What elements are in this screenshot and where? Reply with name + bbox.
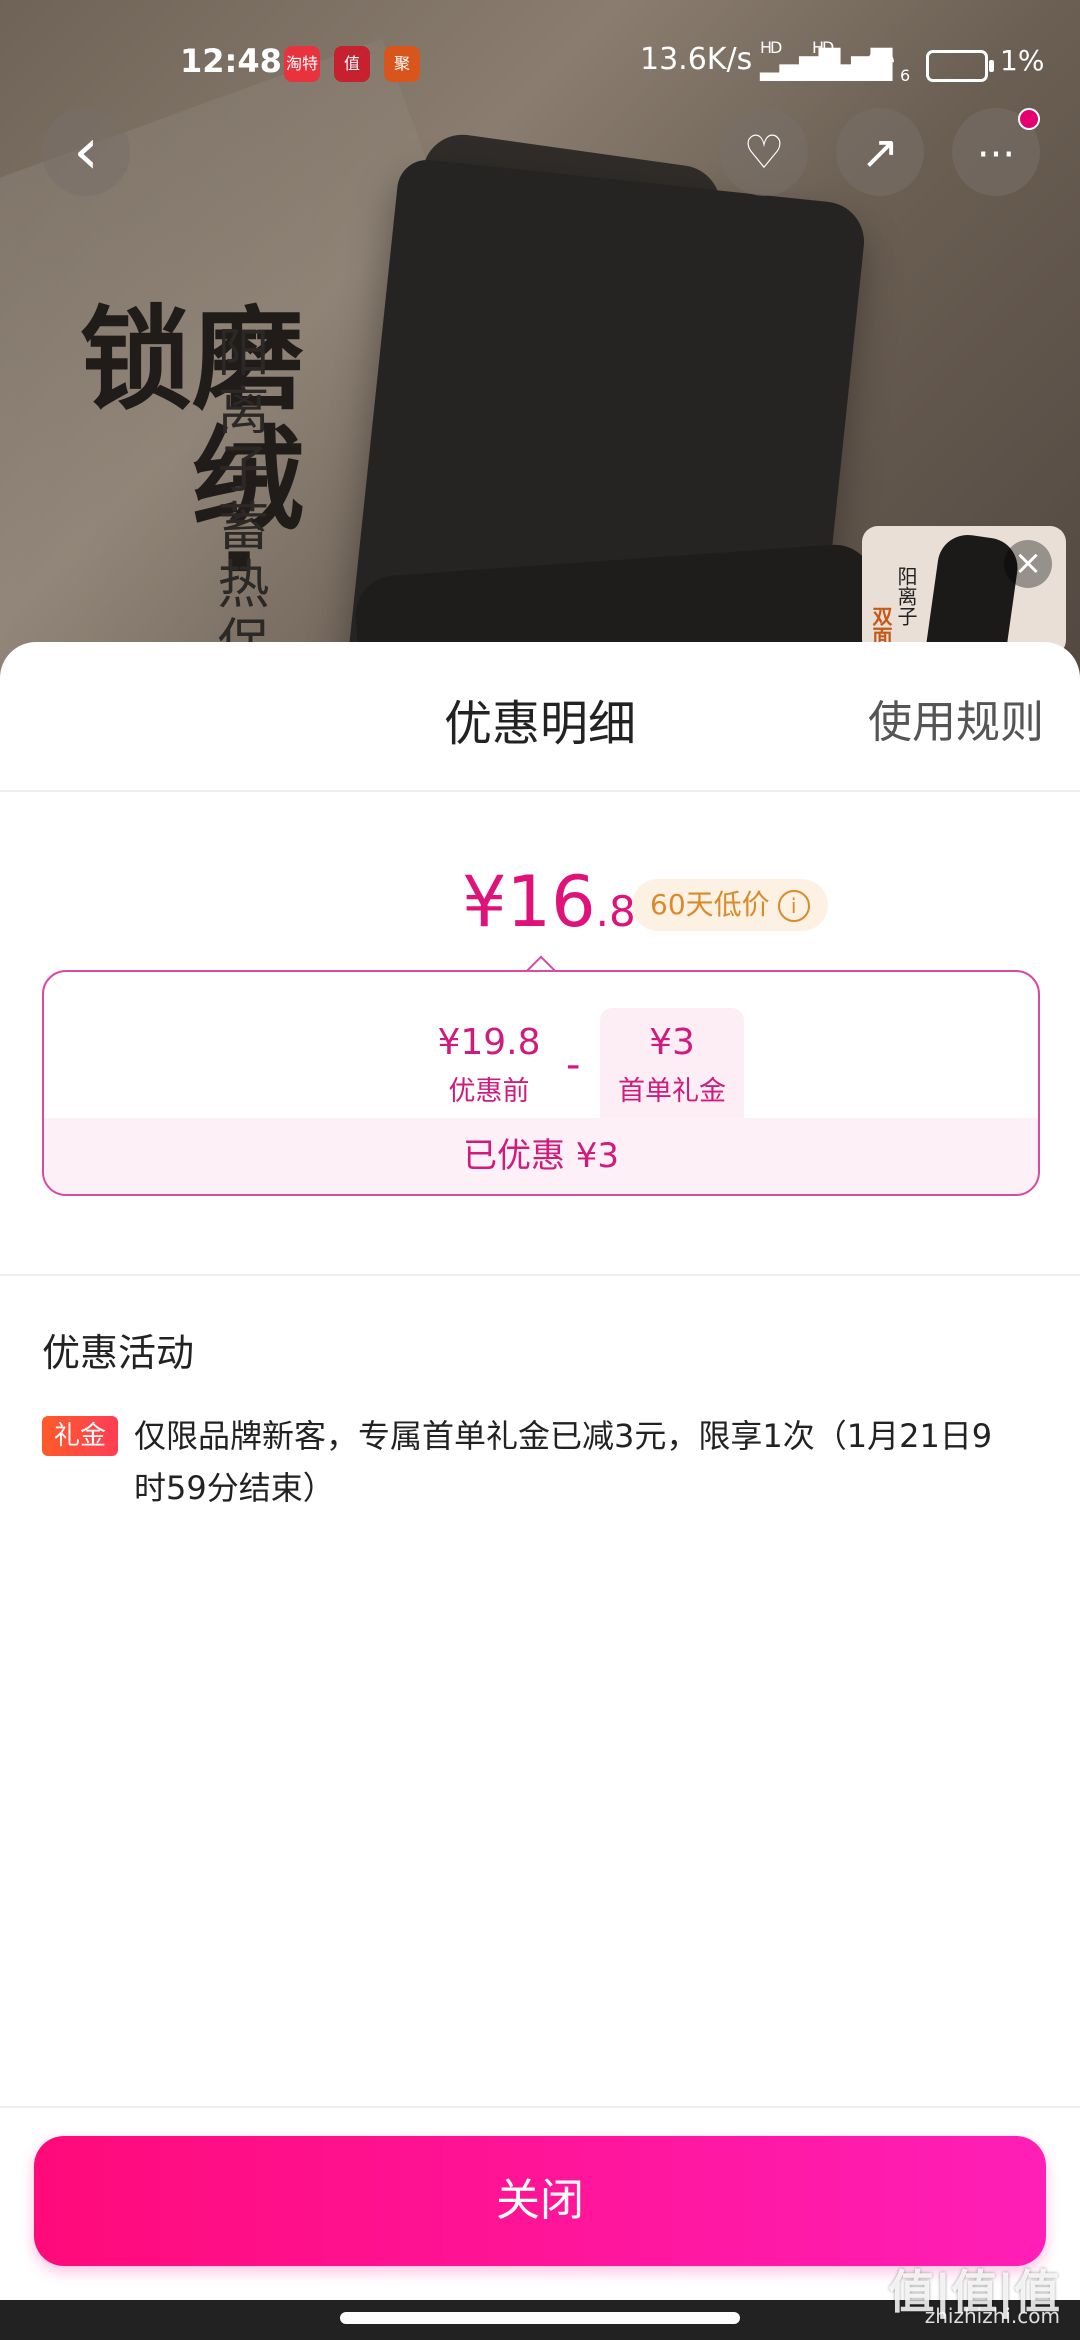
home-indicator[interactable]: [340, 2312, 740, 2324]
watermark-domain: zhizhizhi.com: [924, 2304, 1060, 2328]
promo-description: 仅限品牌新客，专属首单礼金已减3元，限享1次（1月21日9时59分结束）: [134, 1417, 993, 1507]
final-price: ¥16.8: [462, 857, 636, 957]
status-time: 12:48: [180, 42, 282, 80]
low-price-label: 60天低价: [650, 888, 770, 921]
minus-sign: -: [566, 1042, 581, 1088]
promo-section-title: 优惠活动: [42, 1331, 195, 1375]
thumb-text-2: 双面: [869, 606, 893, 646]
original-price-label: 优惠前: [448, 1076, 530, 1107]
final-price-integer: ¥16: [462, 861, 596, 943]
back-icon: ‹: [73, 115, 99, 189]
zhi-app-icon: 值: [334, 46, 370, 82]
ju-app-icon: 聚: [384, 46, 420, 82]
notification-dot: [1018, 108, 1040, 130]
section-divider: [0, 1274, 1080, 1276]
gift-money-tag: 礼金: [42, 1416, 118, 1456]
original-price-block: ¥19.8 优惠前: [434, 1022, 544, 1108]
hero-small-text: 阳离子蓄热保: [208, 325, 268, 673]
footer-divider: [0, 2106, 1080, 2108]
battery-percent: 1%: [1000, 44, 1045, 77]
back-button[interactable]: ‹: [42, 108, 130, 196]
original-price: ¥19.8: [437, 1022, 541, 1063]
header-divider: [0, 790, 1080, 792]
thumb-text-1: 阳离子: [894, 566, 918, 626]
network-speed: 13.6K/s: [640, 42, 753, 77]
wifi-icon: ◠: [866, 40, 896, 80]
coupon-value: ¥3: [649, 1022, 695, 1063]
product-hero-image: 磨绒·锁 阳离子蓄热保 阳离子 双面 ×: [0, 0, 1080, 700]
coupon-block: ¥3 首单礼金: [600, 1008, 744, 1134]
favorite-button[interactable]: ♡: [720, 108, 808, 196]
saved-amount-bar: 已优惠 ¥3: [44, 1118, 1038, 1194]
thumbnail-close-icon[interactable]: ×: [1004, 540, 1052, 588]
wifi-suffix: 6: [900, 66, 911, 85]
status-bar: 12:48 淘特 值 聚 13.6K/s HD ▂▄▆█ HD ▂▄▆█ ◠ 6…: [0, 30, 1080, 100]
discount-detail-sheet: 优惠明细 使用规则 ¥16.8 60天低价 i ¥19.8 优惠前 - ¥3 首单…: [0, 642, 1080, 2300]
share-icon: ↗: [860, 125, 900, 179]
close-button[interactable]: 关闭: [34, 2136, 1046, 2266]
usage-rules-link[interactable]: 使用规则: [868, 686, 1044, 750]
heart-plus-icon: ♡: [743, 125, 785, 179]
battery-icon: [926, 50, 994, 82]
price-calculation-box: ¥19.8 优惠前 - ¥3 首单礼金 已优惠 ¥3: [42, 970, 1040, 1196]
more-icon: ···: [976, 132, 1016, 178]
final-price-decimal: .8: [595, 887, 636, 936]
taote-app-icon: 淘特: [284, 46, 320, 82]
coupon-label: 首单礼金: [618, 1076, 726, 1107]
share-button[interactable]: ↗: [836, 108, 924, 196]
low-price-badge[interactable]: 60天低价 i: [632, 879, 828, 931]
final-price-row: ¥16.8 60天低价 i: [0, 857, 1080, 947]
thumb-leg-image: [922, 531, 1022, 656]
info-icon: i: [777, 890, 810, 922]
